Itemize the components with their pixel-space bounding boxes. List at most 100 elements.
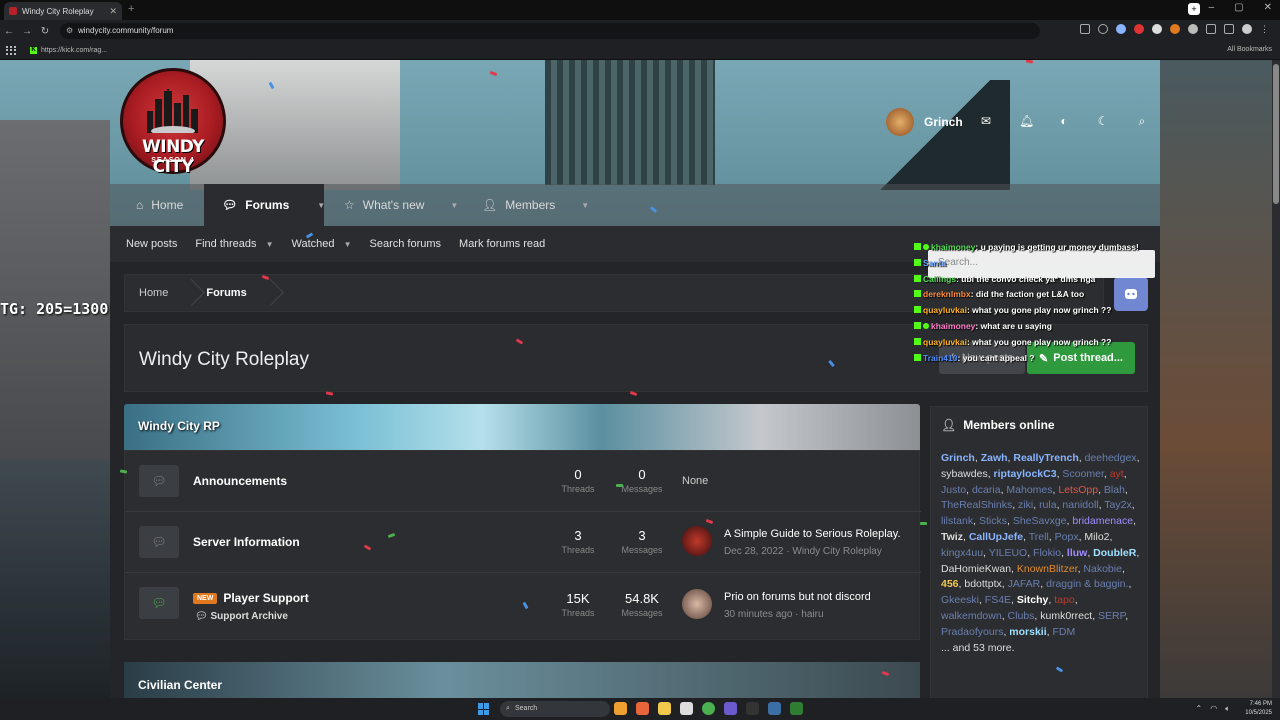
member-link[interactable]: dcaria [972, 484, 1001, 496]
chevron-down-icon[interactable]: ▼ [317, 201, 325, 210]
browser-tab[interactable]: Windy City Roleplay ✕ [4, 2, 122, 20]
subnav-mark-read[interactable]: Mark forums read [459, 238, 545, 250]
member-link[interactable]: Clubs [1008, 610, 1035, 622]
member-link[interactable]: Justo [941, 484, 966, 496]
member-link[interactable]: YILEUO [989, 547, 1028, 559]
moon-icon[interactable]: ☾ [1097, 115, 1109, 127]
member-link[interactable]: lluw [1067, 547, 1087, 559]
menu-dots-icon[interactable]: ⋮ [1260, 24, 1270, 34]
page-scrollbar[interactable] [1272, 60, 1280, 700]
member-link[interactable]: sybawdes [941, 468, 988, 480]
forum-title[interactable]: Announcements [193, 474, 287, 488]
forward-icon[interactable]: → [18, 26, 36, 37]
member-link[interactable]: 456 [941, 578, 959, 590]
folder-icon[interactable] [658, 702, 671, 715]
extension-white-icon[interactable] [1152, 24, 1162, 34]
profile-avatar-icon[interactable] [1242, 24, 1252, 34]
extension-red-icon[interactable] [1134, 24, 1144, 34]
bookmark-kick[interactable]: K https://kick.com/rag... [30, 47, 107, 54]
taskbar-app-icon[interactable] [636, 702, 649, 715]
taskbar-app-icon[interactable] [724, 702, 737, 715]
subnav-watched[interactable]: Watched ▼ [292, 238, 352, 250]
apps-grid-icon[interactable] [6, 45, 16, 56]
category-header[interactable]: Windy City RP [124, 404, 920, 450]
taskbar-app-icon[interactable] [790, 702, 803, 715]
member-link[interactable]: Pradaofyours [941, 626, 1003, 638]
breadcrumb-home[interactable]: Home [125, 287, 182, 299]
last-thread-title[interactable]: A Simple Guide to Serious Roleplay. [724, 528, 901, 540]
member-link[interactable]: Popx [1055, 531, 1079, 543]
subnav-new-posts[interactable]: New posts [126, 238, 177, 250]
member-link[interactable]: FDM [1053, 626, 1076, 638]
taskbar-app-icon[interactable] [768, 702, 781, 715]
back-icon[interactable]: ← [0, 26, 18, 37]
member-link[interactable]: LetsOpp [1058, 484, 1098, 496]
member-link[interactable]: CallUpJefe [969, 531, 1023, 543]
taskbar-search[interactable]: ⌕ Search [500, 701, 610, 717]
bell-icon[interactable]: 🔔︎ [1019, 115, 1034, 127]
wifi-icon[interactable]: ◠ [1210, 704, 1217, 714]
member-link[interactable]: kingx4uu [941, 547, 983, 559]
last-poster-avatar[interactable] [682, 526, 712, 556]
subnav-search-forums[interactable]: Search forums [370, 238, 442, 250]
nav-members[interactable]: 👤︎ Members ▼ [482, 184, 592, 226]
user-menu[interactable]: Grinch [886, 108, 963, 136]
member-link[interactable]: Trell [1029, 531, 1049, 543]
member-link[interactable]: Grinch [941, 452, 975, 464]
url-bar[interactable]: ⚙ windycity.community/forum [60, 23, 1040, 39]
member-link[interactable]: Milo2 [1084, 531, 1109, 543]
site-info-icon[interactable]: ⚙ [66, 23, 73, 39]
reload-icon[interactable]: ↻ [36, 26, 54, 37]
start-icon[interactable] [478, 703, 490, 715]
scrollbar-thumb[interactable] [1273, 64, 1279, 204]
category-title[interactable]: Windy City RP [138, 419, 220, 433]
member-link[interactable]: bdottptx [964, 578, 1001, 590]
new-window-icon[interactable]: + [1188, 3, 1200, 15]
close-tab-icon[interactable]: ✕ [109, 6, 117, 17]
forum-title[interactable]: Player Support [223, 591, 308, 605]
member-link[interactable]: morskii [1009, 626, 1046, 638]
install-icon[interactable] [1080, 24, 1090, 34]
nav-forums[interactable]: 💬︎ Forums ▼ [204, 184, 325, 226]
member-link[interactable]: lilstank [941, 515, 973, 527]
member-link[interactable]: Tay2x [1104, 499, 1131, 511]
member-link[interactable]: Blah [1104, 484, 1125, 496]
chrome-icon[interactable] [702, 702, 715, 715]
member-link[interactable]: FS4E [985, 594, 1011, 606]
member-link[interactable]: SheSavxge [1013, 515, 1067, 527]
category-title[interactable]: Civilian Center [138, 678, 222, 692]
bookmark-star-icon[interactable] [1116, 24, 1126, 34]
all-bookmarks[interactable]: All Bookmarks [1227, 46, 1272, 53]
search-icon[interactable]: ⌕ [1136, 115, 1148, 127]
toggle-icon[interactable]: ◐ [1058, 115, 1070, 127]
member-link[interactable]: ReallyTrench [1013, 452, 1078, 464]
new-tab-icon[interactable]: + [128, 3, 134, 15]
chevron-up-icon[interactable]: ⌃ [1196, 704, 1203, 714]
extensions-puzzle-icon[interactable] [1206, 24, 1216, 34]
taskbar-app-icon[interactable] [614, 702, 627, 715]
member-link[interactable]: JAFAR [1008, 578, 1041, 590]
member-link[interactable]: nanidoll [1062, 499, 1098, 511]
member-link[interactable]: Scoomer [1062, 468, 1103, 480]
member-link[interactable]: KnownBlitzer [1017, 563, 1078, 575]
store-icon[interactable] [680, 702, 693, 715]
member-link[interactable]: SERP [1098, 610, 1125, 622]
member-link[interactable]: Mahomes [1006, 484, 1052, 496]
close-window-icon[interactable]: ✕ [1264, 2, 1272, 13]
member-link[interactable]: tapo [1054, 594, 1074, 606]
maximize-icon[interactable]: ▢ [1234, 2, 1243, 13]
member-link[interactable]: ziki [1018, 499, 1033, 511]
member-link[interactable]: draggin & baggin. [1046, 578, 1128, 590]
member-link[interactable]: ayt [1110, 468, 1124, 480]
envelope-icon[interactable]: ✉ [980, 115, 992, 127]
member-link[interactable]: walkemdown [941, 610, 1002, 622]
member-link[interactable]: DoubleR [1093, 547, 1136, 559]
forum-title[interactable]: Server Information [193, 535, 300, 549]
sidebar-icon[interactable] [1224, 24, 1234, 34]
last-thread-title[interactable]: Prio on forums but not discord [724, 591, 871, 603]
breadcrumb-forums[interactable]: Forums [192, 287, 260, 299]
minimize-icon[interactable]: – [1209, 2, 1215, 13]
member-link[interactable]: Sticks [979, 515, 1007, 527]
member-link[interactable]: Gkeeski [941, 594, 979, 606]
chevron-down-icon[interactable]: ▼ [450, 201, 458, 210]
